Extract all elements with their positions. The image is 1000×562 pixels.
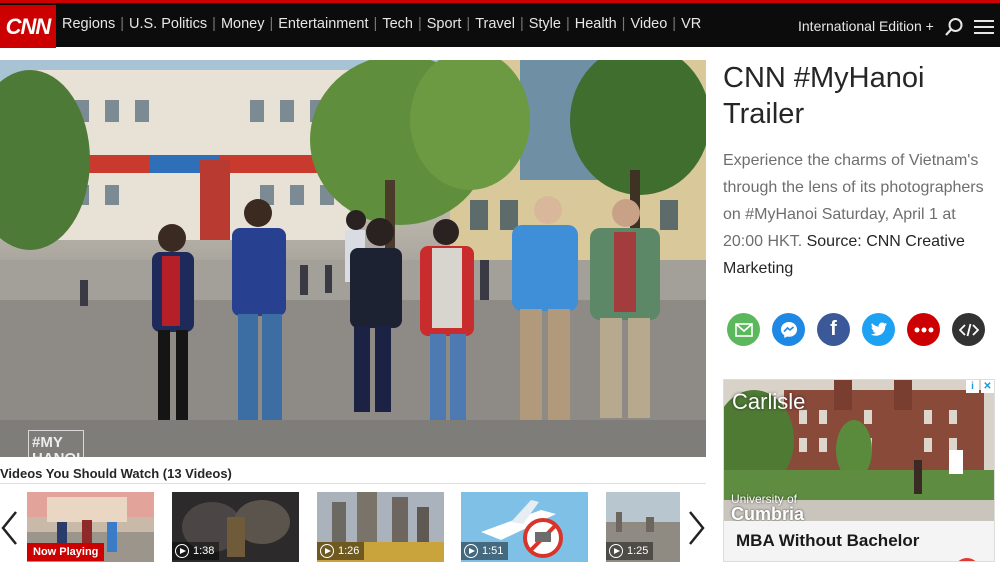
messenger-share-button[interactable] bbox=[772, 313, 805, 346]
nav-item-entertainment[interactable]: Entertainment bbox=[278, 16, 368, 32]
myhanoi-watermark: #MY HANOI bbox=[28, 430, 84, 457]
nav-separator: | bbox=[373, 16, 378, 32]
share-buttons: f bbox=[727, 313, 997, 346]
duration-label: 1:38 bbox=[193, 545, 215, 557]
advertisement[interactable]: Carlisle University of Cumbria i ✕ MBA W… bbox=[723, 379, 995, 562]
related-video-thumb[interactable]: 1:38 bbox=[172, 492, 299, 562]
duration-badge: 1:38 bbox=[172, 542, 220, 560]
duration-label: 1:25 bbox=[627, 545, 649, 557]
play-icon bbox=[464, 544, 478, 558]
play-icon bbox=[175, 544, 189, 558]
ad-headline[interactable]: MBA Without Bachelor bbox=[736, 531, 919, 551]
nav-separator: | bbox=[417, 16, 422, 32]
nav-item-travel[interactable]: Travel bbox=[475, 16, 515, 32]
duration-badge: 1:26 bbox=[317, 542, 365, 560]
nav-item-video[interactable]: Video bbox=[630, 16, 667, 32]
nav-separator: | bbox=[120, 16, 124, 32]
nav-separator: | bbox=[466, 16, 471, 32]
nav-item-sport[interactable]: Sport bbox=[427, 16, 462, 32]
embed-share-button[interactable] bbox=[952, 313, 985, 346]
duration-label: 1:51 bbox=[482, 545, 504, 557]
play-icon bbox=[609, 544, 623, 558]
duration-badge: 1:51 bbox=[461, 542, 509, 560]
ad-cta-icon[interactable] bbox=[954, 558, 980, 561]
twitter-icon bbox=[870, 322, 887, 336]
messenger-icon bbox=[780, 321, 797, 338]
ad-brand-title: Carlisle bbox=[732, 389, 806, 414]
top-navigation-bar: CNN Regions | U.S. Politics | Money | Enter… bbox=[0, 0, 1000, 48]
ad-image: Carlisle University of Cumbria i ✕ bbox=[724, 380, 994, 521]
nav-item-vr[interactable]: VR bbox=[681, 16, 701, 32]
divider bbox=[0, 483, 706, 484]
now-playing-badge: Now Playing bbox=[27, 543, 105, 561]
ad-close-icon[interactable]: ✕ bbox=[981, 380, 994, 393]
edition-selector[interactable]: International Edition + bbox=[798, 18, 934, 34]
duration-label: 1:26 bbox=[338, 545, 360, 557]
video-player[interactable]: #MY HANOI bbox=[0, 60, 706, 457]
email-share-button[interactable] bbox=[727, 313, 760, 346]
email-icon bbox=[734, 322, 753, 337]
ad-choices[interactable]: i ✕ bbox=[966, 380, 994, 394]
related-videos-title: Videos You Should Watch (13 Videos) bbox=[0, 466, 232, 481]
nav-item-tech[interactable]: Tech bbox=[382, 16, 413, 32]
embed-icon bbox=[958, 323, 979, 336]
cnn-logo[interactable]: CNN bbox=[0, 5, 56, 48]
ad-university-line2: Cumbria bbox=[731, 504, 805, 521]
hamburger-menu-icon[interactable] bbox=[974, 18, 994, 36]
carousel-next-arrow-icon[interactable] bbox=[686, 510, 706, 546]
related-video-thumb[interactable]: 1:51 bbox=[461, 492, 588, 562]
nav-separator: | bbox=[565, 16, 570, 32]
more-share-button[interactable] bbox=[907, 313, 940, 346]
nav-item-style[interactable]: Style bbox=[529, 16, 561, 32]
main-nav: Regions | U.S. Politics | Money | Entertain… bbox=[62, 16, 701, 32]
facebook-icon: f bbox=[830, 318, 837, 340]
video-description: Experience the charms of Vietnam's throu… bbox=[723, 147, 998, 282]
nav-separator: | bbox=[212, 16, 216, 32]
video-title: CNN #MyHanoi Trailer bbox=[723, 62, 925, 130]
nav-separator: | bbox=[672, 16, 677, 32]
carousel-prev-arrow-icon[interactable] bbox=[0, 510, 20, 546]
nav-separator: | bbox=[519, 16, 524, 32]
nav-item-money[interactable]: Money bbox=[221, 16, 265, 32]
nav-item-us-politics[interactable]: U.S. Politics bbox=[129, 16, 207, 32]
facebook-share-button[interactable]: f bbox=[817, 313, 850, 346]
related-video-thumb[interactable]: 1:25 bbox=[606, 492, 680, 562]
twitter-share-button[interactable] bbox=[862, 313, 895, 346]
search-icon[interactable] bbox=[944, 17, 964, 37]
duration-badge: 1:25 bbox=[606, 542, 654, 560]
play-icon bbox=[320, 544, 334, 558]
more-icon bbox=[914, 327, 933, 332]
related-video-thumb[interactable]: 1:26 bbox=[317, 492, 444, 562]
nav-item-health[interactable]: Health bbox=[575, 16, 617, 32]
ad-info-icon[interactable]: i bbox=[966, 380, 979, 393]
nav-separator: | bbox=[269, 16, 274, 32]
video-frame bbox=[0, 60, 706, 457]
nav-separator: | bbox=[621, 16, 626, 32]
nav-item-regions[interactable]: Regions bbox=[62, 16, 115, 32]
